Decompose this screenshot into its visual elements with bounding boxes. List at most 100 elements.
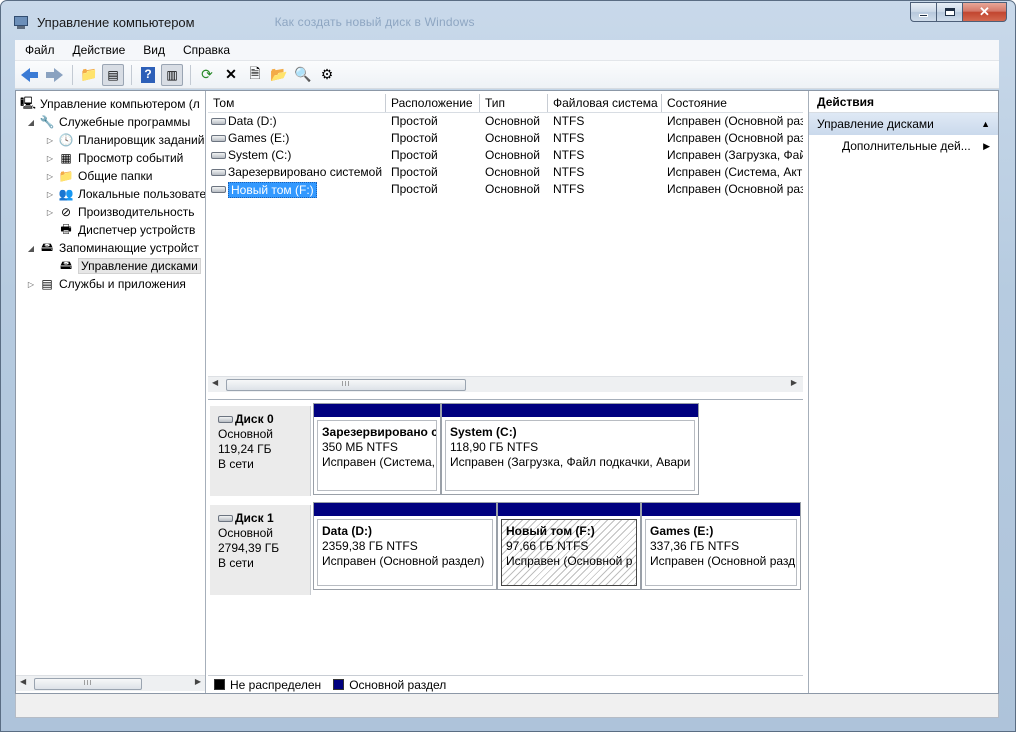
tools-icon: 🔧 [39, 115, 55, 129]
up-level-button[interactable]: 📁 [78, 64, 100, 86]
tree-item-disk-management[interactable]: 🖴 Управление дисками [45, 257, 201, 275]
volume-layout: Простой [391, 148, 438, 162]
column-header-layout[interactable]: Расположение [386, 94, 480, 112]
table-row[interactable]: System (C:) Простой Основной NTFS Исправ… [208, 147, 803, 164]
partition-games-e[interactable]: Games (E:) 337,36 ГБ NTFS Исправен (Осно… [641, 502, 801, 590]
tree-root[interactable]: 🖳 Управление компьютером (л [20, 95, 200, 113]
actions-group-label: Управление дисками [817, 117, 934, 131]
title-bar[interactable]: Управление компьютером Как создать новый… [7, 2, 1009, 37]
partition-system-c[interactable]: System (C:) 118,90 ГБ NTFS Исправен (Заг… [441, 403, 699, 495]
clock-icon: 🕓 [58, 133, 74, 147]
tree-item-label: Службы и приложения [59, 277, 186, 291]
tree-item-event-viewer[interactable]: ▷ ▦ Просмотр событий [45, 149, 183, 167]
tree-item-services[interactable]: ▷ ▤ Службы и приложения [26, 275, 186, 293]
tree-item-label: Производительность [78, 205, 195, 219]
volume-layout: Простой [391, 114, 438, 128]
delete-button[interactable]: ✕ [220, 64, 242, 86]
menu-file[interactable]: Файл [15, 43, 63, 57]
disk-name: Диск 1 [235, 511, 274, 525]
tree-scroll-thumb[interactable]: III [34, 678, 142, 690]
volume-filesystem: NTFS [553, 131, 585, 145]
minimize-button[interactable] [910, 2, 937, 22]
partition-reserved[interactable]: Зарезервировано с 350 МБ NTFS Исправен (… [313, 403, 441, 495]
table-row[interactable]: Games (E:) Простой Основной NTFS Исправе… [208, 130, 803, 147]
collapsed-arrow-icon: ▷ [46, 189, 54, 199]
performance-icon: ⊘ [60, 205, 72, 219]
properties-button[interactable]: 🗎 [244, 64, 266, 86]
settings-icon: ⚙ [320, 66, 334, 82]
volume-horizontal-scrollbar[interactable]: ◀ III ▶ [208, 376, 803, 392]
tree-item-device-manager[interactable]: 🖶 Диспетчер устройств [45, 221, 195, 239]
volume-filesystem: NTFS [553, 114, 585, 128]
tree-item-storage[interactable]: ◢ 🖴 Запоминающие устройст [26, 239, 199, 257]
disk-type: Основной [218, 427, 274, 441]
console-tree-icon: ▤ [107, 67, 119, 82]
volume-layout: Простой [391, 131, 438, 145]
actions-group-disk-management[interactable]: Управление дисками ▲ [809, 113, 998, 135]
show-hide-action-pane-button[interactable]: ▥ [161, 63, 183, 86]
more-actions-item[interactable]: Дополнительные дей... ▶ [809, 135, 998, 157]
refresh-button[interactable]: ⟳ [196, 64, 218, 86]
help-button[interactable]: ? [137, 64, 159, 86]
table-row[interactable]: Data (D:) Простой Основной NTFS Исправен… [208, 113, 803, 130]
volume-type: Основной [485, 114, 541, 128]
volume-scroll-thumb[interactable]: III [226, 379, 466, 391]
tree-item-label: Общие папки [78, 169, 153, 183]
open-button[interactable]: 📂 [268, 64, 290, 86]
collapsed-arrow-icon: ▷ [46, 135, 54, 145]
partition-status: Исправен (Загрузка, Файл подкачки, Авари [450, 455, 691, 469]
partition-name: Зарезервировано с [322, 425, 437, 439]
scroll-right-icon: ▶ [194, 677, 201, 686]
volume-layout: Простой [391, 182, 438, 196]
disk-1-label[interactable]: Диск 1 Основной 2794,39 ГБ В сети [210, 505, 311, 595]
menu-bar: Файл Действие Вид Справка [15, 40, 999, 61]
toolbar-separator [131, 64, 132, 85]
window-title: Управление компьютером [37, 14, 195, 30]
volume-name: Games (E:) [228, 131, 290, 145]
partition-size: 337,36 ГБ NTFS [650, 539, 740, 553]
table-row-selected[interactable]: Новый том (F:) Простой Основной NTFS Исп… [208, 181, 803, 198]
menu-view[interactable]: Вид [133, 43, 173, 57]
menu-action[interactable]: Действие [63, 43, 134, 57]
computer-management-icon [13, 14, 29, 30]
column-header-status[interactable]: Состояние [662, 94, 803, 112]
tree-item-performance[interactable]: ▷ ⊘ Производительность [45, 203, 195, 221]
close-button[interactable]: ✕ [963, 2, 1007, 22]
collapsed-arrow-icon: ▷ [46, 207, 54, 217]
table-row[interactable]: Зарезервировано системой Простой Основно… [208, 164, 803, 181]
show-hide-tree-button[interactable]: ▤ [102, 63, 124, 86]
back-button[interactable] [19, 64, 41, 86]
column-header-type[interactable]: Тип [480, 94, 548, 112]
tree-item-task-scheduler[interactable]: ▷ 🕓 Планировщик заданий [45, 131, 204, 149]
collapse-up-icon[interactable]: ▲ [981, 113, 990, 135]
disk-size: 2794,39 ГБ [218, 541, 280, 555]
partition-status: Исправен (Система, [322, 455, 436, 469]
settings-button[interactable]: ⚙ [316, 64, 338, 86]
tree-item-shared-folders[interactable]: ▷ 📁 Общие папки [45, 167, 153, 185]
main-content: 🖳 Управление компьютером (л ◢ 🔧 Служебны… [15, 90, 999, 694]
volume-status: Исправен (Система, Акти [667, 165, 803, 179]
search-button[interactable]: 🔍 [292, 64, 314, 86]
menu-help[interactable]: Справка [173, 43, 238, 57]
column-header-volume[interactable]: Том [208, 94, 386, 112]
volume-filesystem: NTFS [553, 182, 585, 196]
maximize-button[interactable] [937, 2, 963, 22]
action-pane-icon: ▥ [166, 67, 178, 82]
tree-item-local-users[interactable]: ▷ 👥 Локальные пользовате [45, 185, 205, 203]
disk-0-label[interactable]: Диск 0 Основной 119,24 ГБ В сети [210, 406, 311, 496]
tree-horizontal-scrollbar[interactable]: ◀ III ▶ [16, 675, 205, 691]
volume-status: Исправен (Основной раз [667, 131, 803, 145]
scroll-right-icon: ▶ [790, 378, 797, 387]
primary-swatch [333, 679, 345, 690]
volume-type: Основной [485, 165, 541, 179]
tree-item-system-tools[interactable]: ◢ 🔧 Служебные программы [26, 113, 190, 131]
computer-icon: 🖳 [20, 95, 37, 110]
partition-data-d[interactable]: Data (D:) 2359,38 ГБ NTFS Исправен (Осно… [313, 502, 497, 590]
console-tree: 🖳 Управление компьютером (л ◢ 🔧 Служебны… [16, 91, 206, 693]
partition-new-volume-f[interactable]: Новый том (F:) 97,66 ГБ NTFS Исправен (О… [497, 502, 641, 590]
column-header-filesystem[interactable]: Файловая система [548, 94, 662, 112]
disk-icon [218, 416, 233, 423]
partition-size: 118,90 ГБ NTFS [450, 440, 539, 454]
volume-layout: Простой [391, 165, 438, 179]
forward-button[interactable] [43, 64, 65, 86]
